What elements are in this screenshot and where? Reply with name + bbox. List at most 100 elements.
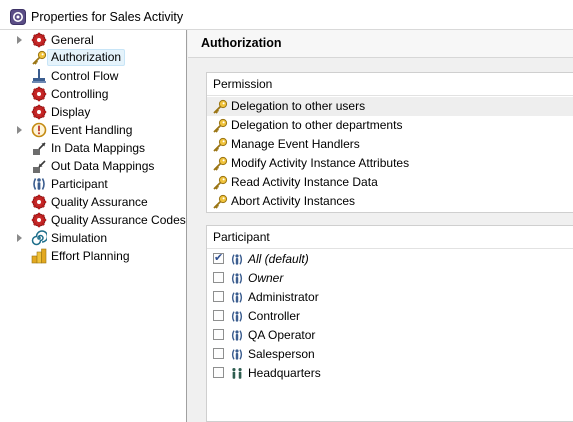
participant-checkbox[interactable] [213,367,224,378]
red-gear-icon [31,212,47,228]
property-tree[interactable]: General Authorization Control Flow Contr… [0,30,187,422]
page-title: Authorization [201,36,282,50]
permission-header: Permission [213,77,273,91]
participant-item[interactable]: Administrator [207,288,573,307]
participant-icon [231,292,243,303]
participant-label: Controller [248,309,301,323]
tree-item-label: Authorization [47,49,126,66]
participant-icon [33,178,45,190]
tree-item-label: General [51,33,94,47]
organization-icon [232,367,242,379]
tree-item-label: Participant [51,177,108,191]
key-icon [213,175,228,190]
tree-item-label: Controlling [51,87,109,101]
key-icon [213,137,228,152]
permission-item[interactable]: Manage Event Handlers [207,135,573,154]
title-bar: Properties for Sales Activity [0,0,573,30]
tree-item-controlling[interactable]: Controlling [0,85,186,103]
tree-item-label: Out Data Mappings [51,159,155,173]
tree-item-label: Quality Assurance [51,195,148,209]
event-warning-icon [31,122,47,138]
participant-icon [231,330,243,341]
permission-label: Read Activity Instance Data [231,175,378,189]
tree-item-event-handling[interactable]: Event Handling [0,121,186,139]
participant-checkbox[interactable] [213,291,224,302]
tree-item-label: In Data Mappings [51,141,146,155]
participant-checkbox[interactable]: ✔ [213,252,224,264]
effort-planning-icon [31,248,47,264]
key-icon [213,194,228,209]
permission-item[interactable]: Modify Activity Instance Attributes [207,154,573,173]
key-icon [32,50,47,65]
participant-item[interactable]: Salesperson [207,345,573,364]
red-gear-icon [31,104,47,120]
tree-item-control-flow[interactable]: Control Flow [0,67,186,85]
tree-item-label: Display [51,105,91,119]
participant-item[interactable]: ✔ All (default) [207,250,573,269]
tree-item-simulation[interactable]: Simulation [0,229,186,247]
participant-label: Salesperson [248,347,315,361]
tree-item-quality-assurance-codes[interactable]: Quality Assurance Codes [0,211,186,229]
key-icon [213,156,228,171]
tree-item-label: Event Handling [51,123,133,137]
red-gear-icon [31,194,47,210]
participant-item[interactable]: Controller [207,307,573,326]
tree-item-out-data-mappings[interactable]: Out Data Mappings [0,157,186,175]
tree-item-label: Simulation [51,231,108,245]
tree-item-participant[interactable]: Participant [0,175,186,193]
participant-icon [231,349,243,360]
tree-item-label: Quality Assurance Codes [51,213,186,227]
permission-item[interactable]: Read Activity Instance Data [207,173,573,192]
participant-label: Administrator [248,290,319,304]
permission-item[interactable]: Delegation to other departments [207,116,573,135]
red-gear-icon [31,32,47,48]
key-icon [213,118,228,133]
divider [207,95,573,96]
participant-label: All (default) [248,252,309,266]
tree-item-display[interactable]: Display [0,103,186,121]
participant-label: Owner [248,271,284,285]
participant-list[interactable]: Participant ✔ All (default) Owner Admini… [206,225,573,422]
content-header: Authorization [188,30,573,58]
participant-icon [231,311,243,322]
permission-label: Manage Event Handlers [231,137,360,151]
expand-arrow-icon[interactable] [17,234,22,242]
participant-label: Headquarters [248,366,321,380]
divider [207,248,573,249]
expand-arrow-icon[interactable] [17,36,22,44]
in-data-mapping-icon [33,142,46,155]
permission-label: Delegation to other users [231,99,366,113]
participant-item[interactable]: Headquarters [207,364,573,383]
tree-item-effort-planning[interactable]: Effort Planning [0,247,186,265]
permission-label: Modify Activity Instance Attributes [231,156,410,170]
checkmark-icon: ✔ [214,252,224,264]
window-title: Properties for Sales Activity [31,10,184,24]
permission-item[interactable]: Abort Activity Instances [207,192,573,211]
participant-item[interactable]: Owner [207,269,573,288]
participant-label: QA Operator [248,328,316,342]
participant-checkbox[interactable] [213,310,224,321]
permission-item[interactable]: Delegation to other users [207,97,573,116]
content-panel: Authorization Permission Delegation to o… [188,30,573,422]
tree-item-authorization[interactable]: Authorization [0,49,186,67]
permission-list[interactable]: Permission Delegation to other users Del… [206,72,573,213]
participant-checkbox[interactable] [213,272,224,283]
participant-icon [231,254,243,265]
control-flow-icon [32,69,46,83]
tree-item-in-data-mappings[interactable]: In Data Mappings [0,139,186,157]
red-gear-icon [31,86,47,102]
tree-item-quality-assurance[interactable]: Quality Assurance [0,193,186,211]
participant-item[interactable]: QA Operator [207,326,573,345]
participant-checkbox[interactable] [213,329,224,340]
key-icon [213,99,228,114]
participant-icon [231,273,243,284]
tree-item-label: Control Flow [51,69,119,83]
participant-header: Participant [213,230,270,244]
tree-item-label: Effort Planning [51,249,130,263]
app-gear-icon [10,9,26,25]
tree-item-general[interactable]: General [0,31,186,49]
expand-arrow-icon[interactable] [17,126,22,134]
permission-label: Abort Activity Instances [231,194,356,208]
participant-checkbox[interactable] [213,348,224,359]
permission-label: Delegation to other departments [231,118,403,132]
